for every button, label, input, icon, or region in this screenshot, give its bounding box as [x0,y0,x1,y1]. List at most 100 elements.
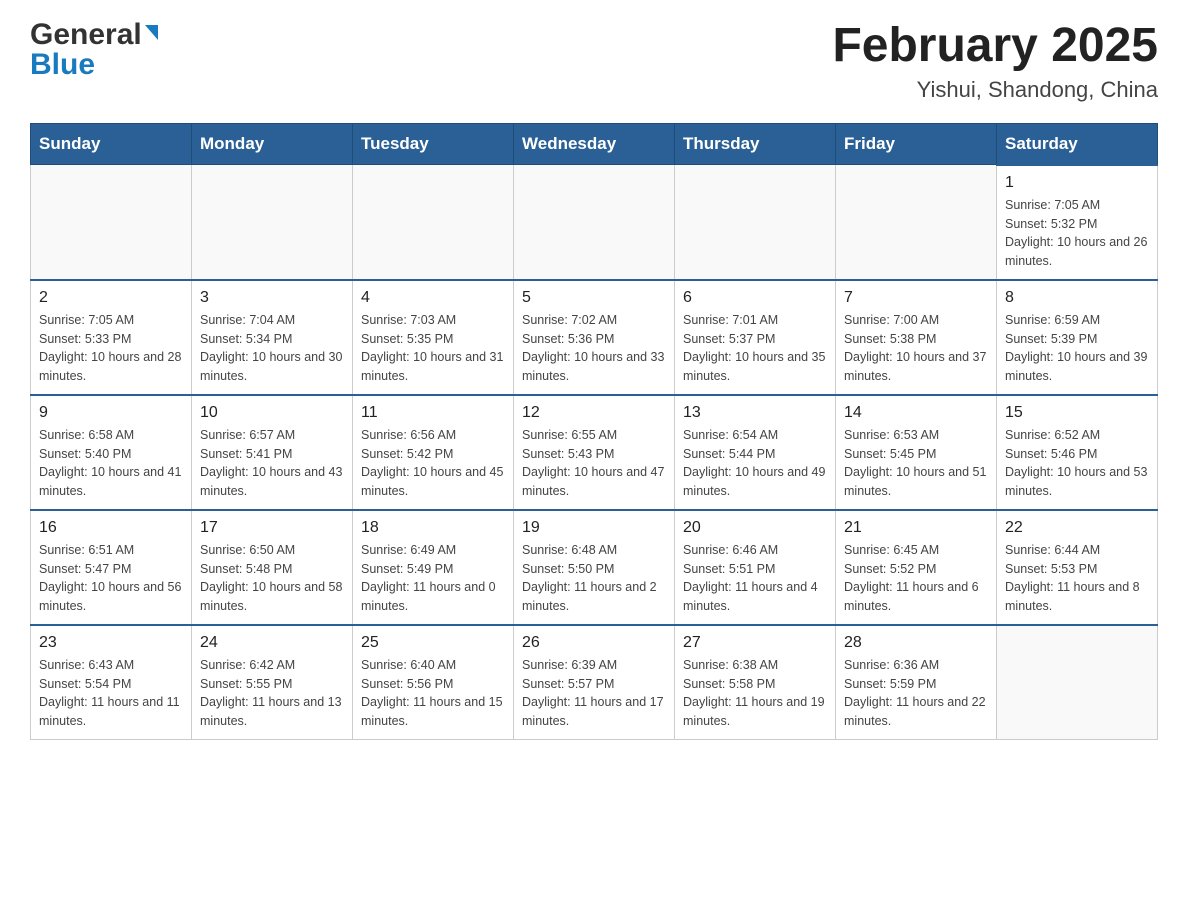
day-info: Sunrise: 7:04 AM Sunset: 5:34 PM Dayligh… [200,311,344,386]
logo-blue: Blue [30,48,95,82]
day-number: 26 [522,634,666,652]
day-number: 6 [683,289,827,307]
calendar-cell: 3 Sunrise: 7:04 AM Sunset: 5:34 PM Daylig… [192,280,353,395]
page-header: General Blue February 2025 Yishui, Shand… [30,20,1158,103]
calendar-cell: 10Sunrise: 6:57 AM Sunset: 5:41 PM Dayli… [192,395,353,510]
day-info: Sunrise: 6:45 AM Sunset: 5:52 PM Dayligh… [844,541,988,616]
day-number: 22 [1005,519,1149,537]
calendar-week-row: 2 Sunrise: 7:05 AM Sunset: 5:33 PM Daylig… [31,280,1158,395]
day-number: 9 [39,404,183,422]
calendar-cell: 20 Sunrise: 6:46 AM Sunset: 5:51 PM Dayli… [675,510,836,625]
day-info: Sunrise: 7:02 AM Sunset: 5:36 PM Dayligh… [522,311,666,386]
day-info: Sunrise: 7:00 AM Sunset: 5:38 PM Dayligh… [844,311,988,386]
day-number: 15 [1005,404,1149,422]
day-number: 8 [1005,289,1149,307]
weekday-header: Thursday [675,123,836,165]
day-info: Sunrise: 6:55 AM Sunset: 5:43 PM Dayligh… [522,426,666,501]
day-info: Sunrise: 6:36 AM Sunset: 5:59 PM Dayligh… [844,656,988,731]
day-number: 5 [522,289,666,307]
calendar-cell: 5 Sunrise: 7:02 AM Sunset: 5:36 PM Daylig… [514,280,675,395]
calendar-cell: 2 Sunrise: 7:05 AM Sunset: 5:33 PM Daylig… [31,280,192,395]
day-number: 4 [361,289,505,307]
day-number: 13 [683,404,827,422]
weekday-header: Tuesday [353,123,514,165]
day-info: Sunrise: 6:44 AM Sunset: 5:53 PM Dayligh… [1005,541,1149,616]
day-info: Sunrise: 6:54 AM Sunset: 5:44 PM Dayligh… [683,426,827,501]
calendar-cell: 28 Sunrise: 6:36 AM Sunset: 5:59 PM Dayli… [836,625,997,740]
day-info: Sunrise: 6:39 AM Sunset: 5:57 PM Dayligh… [522,656,666,731]
day-info: Sunrise: 6:46 AM Sunset: 5:51 PM Dayligh… [683,541,827,616]
day-info: Sunrise: 6:38 AM Sunset: 5:58 PM Dayligh… [683,656,827,731]
calendar-cell: 26 Sunrise: 6:39 AM Sunset: 5:57 PM Dayli… [514,625,675,740]
calendar-cell: 19 Sunrise: 6:48 AM Sunset: 5:50 PM Dayli… [514,510,675,625]
calendar-table: SundayMondayTuesdayWednesdayThursdayFrid… [30,123,1158,740]
weekday-header: Monday [192,123,353,165]
calendar-cell: 13 Sunrise: 6:54 AM Sunset: 5:44 PM Dayli… [675,395,836,510]
day-number: 23 [39,634,183,652]
day-info: Sunrise: 7:03 AM Sunset: 5:35 PM Dayligh… [361,311,505,386]
day-number: 7 [844,289,988,307]
calendar-cell: 22 Sunrise: 6:44 AM Sunset: 5:53 PM Dayli… [997,510,1158,625]
calendar-cell: 9 Sunrise: 6:58 AM Sunset: 5:40 PM Daylig… [31,395,192,510]
month-title: February 2025 [832,20,1158,73]
calendar-week-row: 9 Sunrise: 6:58 AM Sunset: 5:40 PM Daylig… [31,395,1158,510]
day-number: 3 [200,289,344,307]
day-info: Sunrise: 6:59 AM Sunset: 5:39 PM Dayligh… [1005,311,1149,386]
day-number: 11 [361,404,505,422]
calendar-cell: 14 Sunrise: 6:53 AM Sunset: 5:45 PM Dayli… [836,395,997,510]
calendar-cell [192,165,353,280]
day-info: Sunrise: 6:57 AM Sunset: 5:41 PM Dayligh… [200,426,344,501]
logo-triangle-icon [145,25,158,40]
logo-general: General [30,20,142,50]
calendar-cell: 17 Sunrise: 6:50 AM Sunset: 5:48 PM Dayli… [192,510,353,625]
day-number: 17 [200,519,344,537]
day-info: Sunrise: 6:53 AM Sunset: 5:45 PM Dayligh… [844,426,988,501]
weekday-header: Wednesday [514,123,675,165]
title-block: February 2025 Yishui, Shandong, China [832,20,1158,103]
calendar-cell: 4 Sunrise: 7:03 AM Sunset: 5:35 PM Daylig… [353,280,514,395]
logo: General Blue [30,20,158,82]
day-number: 16 [39,519,183,537]
calendar-cell: 16Sunrise: 6:51 AM Sunset: 5:47 PM Dayli… [31,510,192,625]
weekday-header-row: SundayMondayTuesdayWednesdayThursdayFrid… [31,123,1158,165]
calendar-cell [514,165,675,280]
day-info: Sunrise: 6:40 AM Sunset: 5:56 PM Dayligh… [361,656,505,731]
day-info: Sunrise: 6:56 AM Sunset: 5:42 PM Dayligh… [361,426,505,501]
day-number: 2 [39,289,183,307]
calendar-cell [997,625,1158,740]
day-info: Sunrise: 6:58 AM Sunset: 5:40 PM Dayligh… [39,426,183,501]
day-info: Sunrise: 6:48 AM Sunset: 5:50 PM Dayligh… [522,541,666,616]
day-number: 12 [522,404,666,422]
day-info: Sunrise: 7:01 AM Sunset: 5:37 PM Dayligh… [683,311,827,386]
day-info: Sunrise: 6:49 AM Sunset: 5:49 PM Dayligh… [361,541,505,616]
calendar-cell: 11 Sunrise: 6:56 AM Sunset: 5:42 PM Dayli… [353,395,514,510]
calendar-cell: 12 Sunrise: 6:55 AM Sunset: 5:43 PM Dayli… [514,395,675,510]
day-number: 27 [683,634,827,652]
day-number: 19 [522,519,666,537]
calendar-cell: 8 Sunrise: 6:59 AM Sunset: 5:39 PM Daylig… [997,280,1158,395]
calendar-week-row: 23Sunrise: 6:43 AM Sunset: 5:54 PM Dayli… [31,625,1158,740]
calendar-cell: 24 Sunrise: 6:42 AM Sunset: 5:55 PM Dayli… [192,625,353,740]
day-number: 18 [361,519,505,537]
location: Yishui, Shandong, China [832,77,1158,103]
calendar-cell [836,165,997,280]
day-info: Sunrise: 7:05 AM Sunset: 5:33 PM Dayligh… [39,311,183,386]
calendar-cell: 23Sunrise: 6:43 AM Sunset: 5:54 PM Dayli… [31,625,192,740]
calendar-cell [675,165,836,280]
day-info: Sunrise: 6:42 AM Sunset: 5:55 PM Dayligh… [200,656,344,731]
day-info: Sunrise: 6:52 AM Sunset: 5:46 PM Dayligh… [1005,426,1149,501]
weekday-header: Sunday [31,123,192,165]
day-number: 24 [200,634,344,652]
calendar-cell: 6 Sunrise: 7:01 AM Sunset: 5:37 PM Daylig… [675,280,836,395]
calendar-cell: 1Sunrise: 7:05 AM Sunset: 5:32 PM Daylig… [997,165,1158,280]
weekday-header: Friday [836,123,997,165]
day-number: 20 [683,519,827,537]
day-info: Sunrise: 6:50 AM Sunset: 5:48 PM Dayligh… [200,541,344,616]
day-number: 21 [844,519,988,537]
day-number: 28 [844,634,988,652]
calendar-cell: 15 Sunrise: 6:52 AM Sunset: 5:46 PM Dayli… [997,395,1158,510]
day-number: 1 [1005,174,1149,192]
calendar-cell: 18 Sunrise: 6:49 AM Sunset: 5:49 PM Dayli… [353,510,514,625]
day-number: 14 [844,404,988,422]
calendar-week-row: 1Sunrise: 7:05 AM Sunset: 5:32 PM Daylig… [31,165,1158,280]
